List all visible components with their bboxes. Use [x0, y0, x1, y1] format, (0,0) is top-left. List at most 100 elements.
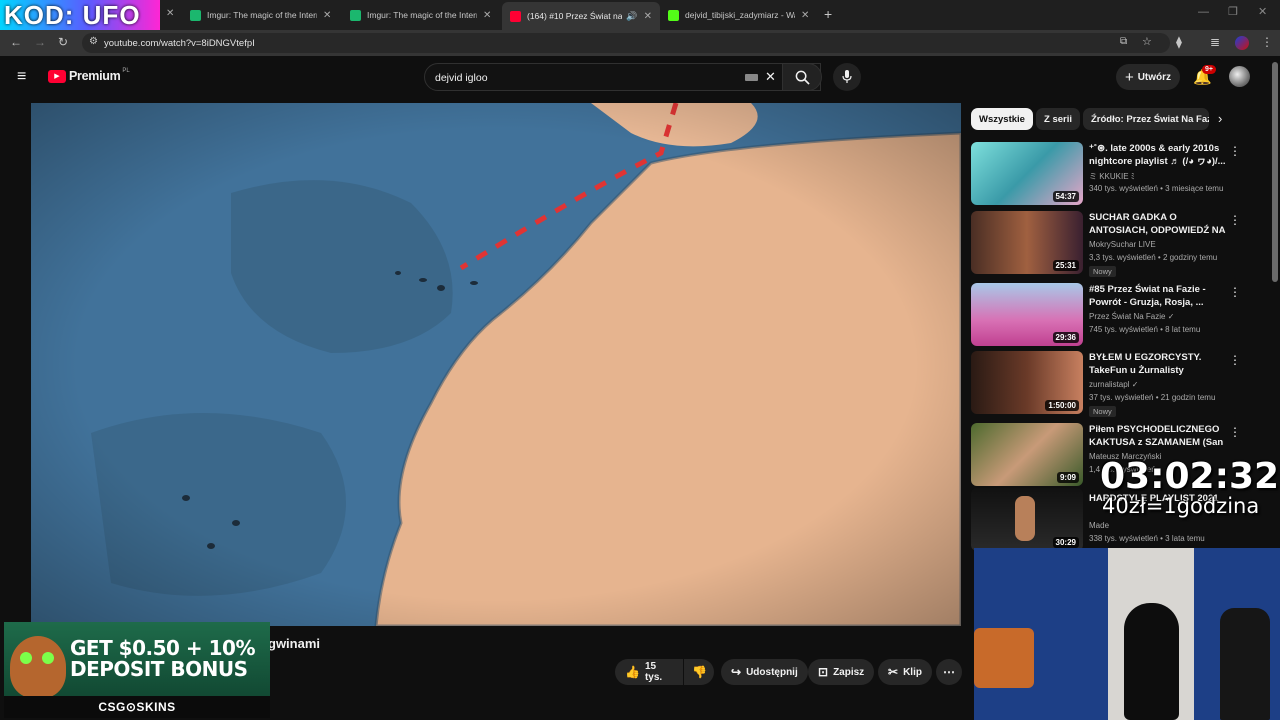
video-thumbnail[interactable]: 1:50:00 — [971, 351, 1083, 414]
search-input[interactable]: dejvid igloo — [435, 72, 488, 84]
back-icon[interactable]: ← — [10, 35, 22, 49]
minimize-icon[interactable]: — — [1198, 6, 1209, 18]
address-bar[interactable]: ⚙ youtube.com/watch?v=8iDNGVtefpI ⧉ ☆ — [82, 33, 1170, 53]
close-tab-icon[interactable]: ✕ — [166, 8, 174, 19]
youtube-play-logo-icon: ▶ — [48, 69, 66, 83]
recommendation-title[interactable]: ⁺˚⊛. late 2000s & early 2010s nightcore … — [1089, 142, 1229, 168]
hamburger-menu-icon[interactable]: ≡ — [17, 68, 26, 86]
youtube-logo[interactable]: ▶ Premium PL — [48, 68, 130, 83]
recommendation-title[interactable]: Piłem PSYCHODELICZNEGO KAKTUSA z SZAMANE… — [1089, 423, 1229, 449]
save-button[interactable]: ⊡ Zapisz — [808, 659, 875, 685]
extensions-icon[interactable]: ⧫ — [1176, 35, 1182, 49]
mascot-eye — [20, 652, 32, 664]
more-horizontal-icon: ⋯ — [943, 665, 955, 679]
close-tab-icon[interactable]: ✕ — [801, 10, 809, 21]
more-options-icon[interactable]: ⋮ — [1229, 285, 1241, 299]
more-actions-button[interactable]: ⋯ — [936, 659, 962, 685]
chip-series[interactable]: Z serii — [1036, 108, 1080, 130]
chip-source[interactable]: Źródło: Przez Świat Na Fazie — [1083, 108, 1209, 130]
stream-timer-caption: 40zł=1godzina — [1102, 494, 1260, 518]
chip-all[interactable]: Wszystkie — [971, 108, 1033, 130]
close-window-icon[interactable]: ✕ — [1258, 5, 1267, 18]
video-meta: 340 tys. wyświetleń • 3 miesiące temu — [1089, 184, 1224, 193]
new-tab-icon[interactable]: + — [824, 6, 832, 22]
dislike-button[interactable]: 👎 — [684, 659, 714, 685]
close-tab-icon[interactable]: ✕ — [644, 11, 652, 22]
bookmark-star-icon[interactable]: ☆ — [1142, 35, 1152, 48]
youtube-header: ≡ ▶ Premium PL dejvid igloo ✕ + Utwórz 🔔… — [0, 56, 1280, 100]
recommendation-item[interactable]: 29:36 #85 Przez Świat na Fazie - Powrót … — [971, 283, 1251, 347]
thumbnail-figure — [1015, 496, 1035, 541]
video-title: gwinami — [268, 636, 321, 651]
channel-name[interactable]: zurnalistapl ✓ — [1089, 380, 1138, 389]
video-thumbnail[interactable]: 25:31 — [971, 211, 1083, 274]
browser-tab-strip: KOD: UFO ✕ Imgur: The magic of the Inter… — [0, 0, 1280, 30]
ad-brand: CSG⊙SKINS — [4, 696, 270, 718]
notifications-badge: 9+ — [1202, 65, 1216, 74]
imgur-favicon-icon — [350, 9, 361, 21]
reload-icon[interactable]: ↻ — [58, 35, 68, 49]
more-options-icon[interactable]: ⋮ — [1229, 353, 1241, 367]
thumbs-down-icon: 👎 — [692, 665, 707, 679]
close-tab-icon[interactable]: ✕ — [323, 10, 331, 21]
tab-imgur-2[interactable]: Imgur: The magic of the Internet ✕ — [342, 4, 500, 26]
cast-icon[interactable]: ⧉ — [1120, 36, 1127, 47]
create-button[interactable]: + Utwórz — [1116, 64, 1180, 90]
maximize-icon[interactable]: ❐ — [1228, 5, 1238, 18]
channel-name[interactable]: MokrySuchar LIVE — [1089, 240, 1156, 249]
chevron-right-icon[interactable]: › — [1218, 111, 1222, 126]
thumbs-up-icon: 👍 — [625, 665, 640, 679]
video-player[interactable] — [31, 103, 961, 626]
share-arrow-icon: ↪ — [731, 665, 742, 679]
close-tab-icon[interactable]: ✕ — [483, 10, 491, 21]
clip-button[interactable]: ✂ Klip — [878, 659, 932, 685]
browser-toolbar: ← → ↻ ⚙ youtube.com/watch?v=8iDNGVtefpI … — [0, 30, 1280, 56]
microphone-icon — [842, 70, 852, 83]
keyboard-icon[interactable] — [745, 74, 758, 81]
profile-avatar[interactable] — [1235, 36, 1249, 50]
more-options-icon[interactable]: ⋮ — [1229, 144, 1241, 158]
kick-favicon-icon — [668, 9, 679, 21]
page-scrollbar[interactable] — [1272, 62, 1278, 282]
channel-name[interactable]: Przez Świat Na Fazie ✓ — [1089, 312, 1174, 321]
recommendation-item[interactable]: 1:50:00 BYŁEM U EGZORCYSTY. TakeFun u Żu… — [971, 351, 1251, 417]
more-options-icon[interactable]: ⋮ — [1229, 425, 1241, 439]
recommendation-title[interactable]: BYŁEM U EGZORCYSTY. TakeFun u Żurnalisty — [1089, 351, 1229, 377]
reading-list-icon[interactable]: ≣ — [1210, 35, 1220, 49]
video-thumbnail[interactable]: 30:29 — [971, 488, 1083, 551]
channel-name[interactable]: Made — [1089, 521, 1109, 530]
site-info-icon[interactable]: ⚙ — [89, 36, 98, 47]
tab-youtube-active[interactable]: (164) #10 Przez Świat na Fazie 🔊 ✕ — [502, 2, 660, 30]
channel-name[interactable]: ミ KKUKIE ﾐ — [1089, 171, 1135, 182]
audio-playing-icon[interactable]: 🔊 — [626, 11, 637, 22]
premium-label: Premium — [69, 69, 121, 83]
imgur-favicon-icon — [190, 9, 201, 21]
stream-logo-overlay: KOD: UFO — [0, 0, 160, 30]
new-badge: Nowy — [1089, 266, 1116, 277]
region-label: PL — [122, 68, 130, 74]
stream-timer: 03:02:32 — [1100, 456, 1280, 497]
search-box[interactable]: dejvid igloo ✕ — [424, 63, 821, 91]
forward-icon[interactable]: → — [34, 35, 46, 49]
browser-menu-icon[interactable]: ⋮ — [1261, 35, 1273, 49]
clear-search-icon[interactable]: ✕ — [765, 69, 776, 85]
recommendation-title[interactable]: #85 Przez Świat na Fazie - Powrót - Gruz… — [1089, 283, 1229, 309]
video-thumbnail[interactable]: 29:36 — [971, 283, 1083, 346]
more-options-icon[interactable]: ⋮ — [1229, 213, 1241, 227]
video-thumbnail[interactable]: 54:37 — [971, 142, 1083, 205]
search-button[interactable] — [782, 63, 822, 91]
like-button[interactable]: 👍 15 tys. — [615, 659, 683, 685]
youtube-favicon-icon — [510, 10, 521, 22]
account-avatar[interactable] — [1229, 66, 1250, 87]
recommendation-title[interactable]: SUCHAR GADKA O ANTOSIACH, ODPOWIEDŹ NA .… — [1089, 211, 1229, 237]
video-thumbnail[interactable]: 9:09 — [971, 423, 1083, 486]
tab-imgur-1[interactable]: Imgur: The magic of the Internet ✕ — [182, 4, 340, 26]
share-button[interactable]: ↪ Udostępnij — [721, 659, 808, 685]
webcam-overlay — [974, 548, 1280, 720]
recommendation-item[interactable]: 25:31 SUCHAR GADKA O ANTOSIACH, ODPOWIED… — [971, 211, 1251, 277]
url-text: youtube.com/watch?v=8iDNGVtefpI — [104, 37, 255, 49]
recommendation-item[interactable]: 54:37 ⁺˚⊛. late 2000s & early 2010s nigh… — [971, 142, 1251, 206]
voice-search-button[interactable] — [833, 63, 861, 91]
tab-kick[interactable]: dejvid_tibijski_zadymiarz - Watch ✕ — [660, 4, 820, 26]
mascot-image — [10, 636, 66, 698]
